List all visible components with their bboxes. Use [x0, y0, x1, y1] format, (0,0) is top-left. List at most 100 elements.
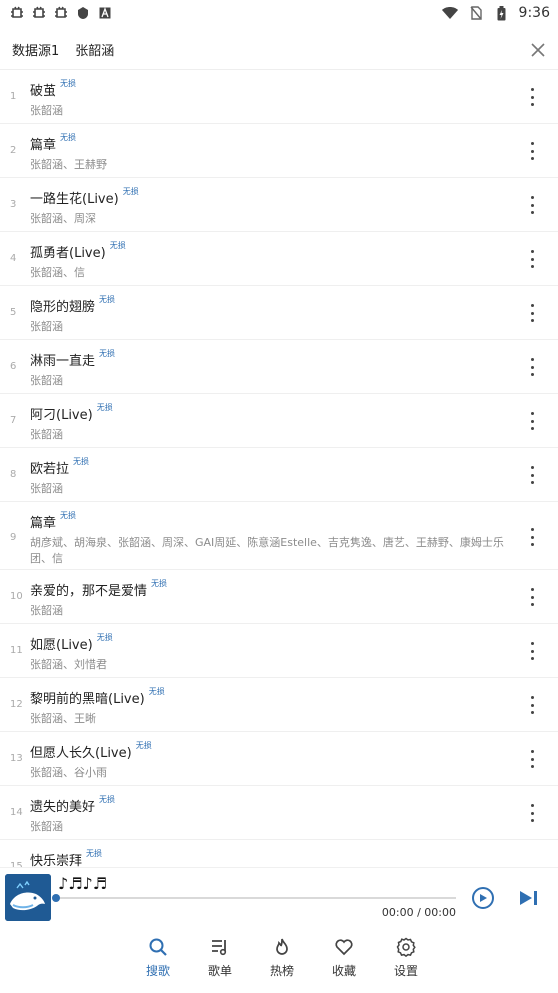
song-row[interactable]: 11 如愿(Live) 无损 张韶涵、刘惜君: [0, 624, 558, 678]
song-row[interactable]: 9 篇章 无损 胡彦斌、胡海泉、张韶涵、周深、GAI周延、陈意涵Estelle、吉克隽…: [0, 502, 558, 570]
lossless-badge: 无损: [109, 241, 126, 250]
song-row[interactable]: 2 篇章 无损 张韶涵、王赫野: [0, 124, 558, 178]
more-vert-icon-dot: [530, 311, 534, 315]
song-row[interactable]: 7 阿刁(Live) 无损 张韶涵: [0, 394, 558, 448]
song-title: 破茧: [30, 84, 57, 99]
song-artist: 张韶涵、王赫野: [30, 158, 107, 171]
search-query: 张韶涵: [75, 44, 115, 59]
play-icon: [480, 894, 487, 902]
song-row[interactable]: 14 遗失的美好 无损 张韶涵: [0, 786, 558, 840]
more-vert-icon-dot: [530, 588, 534, 591]
more-options-button[interactable]: [524, 464, 540, 486]
song-row[interactable]: 1 破茧 无损 张韶涵: [0, 70, 558, 124]
player-track-title: ♪♬♪♬: [58, 874, 108, 893]
more-vert-icon-dot: [530, 703, 534, 707]
more-options-button[interactable]: [524, 748, 540, 770]
status-right: 9:36: [441, 4, 550, 22]
nav-favorites[interactable]: 收藏: [323, 930, 365, 993]
song-row[interactable]: 5 隐形的翅膀 无损 张韶涵: [0, 286, 558, 340]
results-header: 数据源1 张韶涵: [0, 30, 558, 70]
song-title: 如愿(Live): [30, 638, 93, 653]
more-vert-icon-dot: [530, 642, 534, 645]
close-button[interactable]: [526, 38, 550, 62]
shield-icon: [74, 4, 92, 22]
status-bar: 9:36: [0, 0, 558, 26]
song-list[interactable]: 1 破茧 无损 张韶涵 2 篇章 无损 张韶涵、王赫野 3 一路生花(Live) 无损 张韶涵、周深 4…: [0, 70, 558, 867]
song-index: 5: [10, 307, 17, 318]
song-title-line: 篇章 无损: [30, 133, 514, 153]
gear-icon: [395, 936, 417, 958]
song-title-line: 亲爱的，那不是爱情 无损: [30, 579, 514, 599]
song-title: 一路生花(Live): [30, 192, 119, 207]
more-options-button[interactable]: [524, 586, 540, 608]
song-info: 但愿人长久(Live) 无损 张韶涵、谷小雨: [30, 741, 514, 781]
more-options-button[interactable]: [524, 194, 540, 216]
more-vert-icon-dot: [530, 358, 534, 361]
more-options-button[interactable]: [524, 356, 540, 378]
next-button[interactable]: [518, 888, 540, 908]
song-title-line: 遗失的美好 无损: [30, 795, 514, 815]
song-row[interactable]: 3 一路生花(Live) 无损 张韶涵、周深: [0, 178, 558, 232]
more-options-button[interactable]: [524, 694, 540, 716]
song-title: 阿刁(Live): [30, 408, 93, 423]
lossless-badge: 无损: [99, 795, 116, 804]
song-title: 快乐崇拜: [30, 854, 83, 867]
song-artist: 张韶涵: [30, 604, 63, 617]
song-info: 淋雨一直走 无损 张韶涵: [30, 349, 514, 389]
song-title: 隐形的翅膀: [30, 300, 96, 315]
song-title-line: 但愿人长久(Live) 无损: [30, 741, 514, 761]
song-row[interactable]: 15 快乐崇拜 无损: [0, 840, 558, 867]
data-source-label[interactable]: 数据源1: [12, 40, 59, 59]
song-row[interactable]: 8 欧若拉 无损 张韶涵: [0, 448, 558, 502]
play-button[interactable]: [472, 887, 494, 909]
song-info: 孤勇者(Live) 无损 张韶涵、信: [30, 241, 514, 281]
more-options-button[interactable]: [524, 302, 540, 324]
player-time: 00:00 / 00:00: [381, 906, 456, 919]
nav-label-favorites: 收藏: [331, 964, 356, 978]
more-options-button[interactable]: [524, 86, 540, 108]
nav-label-search: 搜歌: [145, 964, 170, 978]
song-title: 欧若拉: [30, 462, 70, 477]
more-options-button[interactable]: [524, 526, 540, 548]
lossless-badge: 无损: [60, 511, 77, 520]
song-index: 4: [10, 253, 17, 264]
more-vert-icon-dot: [530, 88, 534, 91]
skip-next-icon: [520, 891, 537, 905]
progress-handle[interactable]: [52, 894, 60, 902]
song-row[interactable]: 6 淋雨一直走 无损 张韶涵: [0, 340, 558, 394]
song-title: 遗失的美好: [30, 800, 96, 815]
no-sim-icon: [467, 4, 485, 22]
song-artist: 张韶涵: [30, 482, 63, 495]
more-vert-icon-dot: [530, 304, 534, 307]
more-options-button[interactable]: [524, 248, 540, 270]
song-artist: 张韶涵、刘惜君: [30, 658, 107, 671]
lossless-badge: 无损: [96, 403, 113, 412]
more-options-button[interactable]: [524, 140, 540, 162]
more-vert-icon-dot: [530, 750, 534, 753]
song-row[interactable]: 13 但愿人长久(Live) 无损 张韶涵、谷小雨: [0, 732, 558, 786]
nav-search[interactable]: 搜歌: [137, 930, 179, 993]
nav-label-settings: 设置: [393, 964, 418, 978]
more-vert-icon-dot: [530, 473, 534, 477]
album-cover[interactable]: [5, 874, 51, 921]
song-row[interactable]: 10 亲爱的，那不是爱情 无损 张韶涵: [0, 570, 558, 624]
song-index: 9: [10, 532, 17, 543]
flame-icon: [271, 936, 293, 958]
more-options-button[interactable]: [524, 802, 540, 824]
nav-settings[interactable]: 设置: [385, 930, 427, 993]
song-index: 11: [10, 645, 23, 656]
nav-hot[interactable]: 热榜: [261, 930, 303, 993]
more-options-button[interactable]: [524, 640, 540, 662]
song-row[interactable]: 12 黎明前的黑暗(Live) 无损 张韶涵、王晰: [0, 678, 558, 732]
song-artist: 张韶涵: [30, 374, 63, 387]
song-row[interactable]: 4 孤勇者(Live) 无损 张韶涵、信: [0, 232, 558, 286]
more-options-button[interactable]: [524, 410, 540, 432]
mini-player[interactable]: ♪♬♪♬ 00:00 / 00:00: [0, 867, 558, 929]
progress-track[interactable]: [56, 897, 456, 899]
more-vert-icon-dot: [530, 196, 534, 199]
nav-label-playlist: 歌单: [207, 964, 232, 978]
song-artist: 张韶涵: [30, 820, 63, 833]
more-vert-icon-dot: [530, 481, 534, 484]
nav-playlist[interactable]: 歌单: [199, 930, 241, 993]
more-vert-icon-dot: [530, 319, 534, 322]
